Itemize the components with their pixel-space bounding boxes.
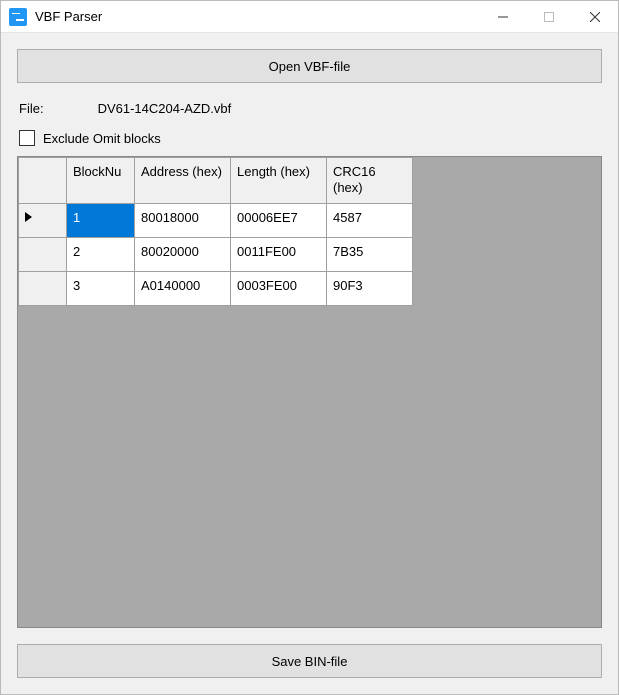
grid-header-address[interactable]: Address (hex) bbox=[135, 158, 231, 204]
cell-crc16[interactable]: 4587 bbox=[327, 203, 413, 237]
row-header[interactable] bbox=[19, 237, 67, 271]
cell-blocknum[interactable]: 2 bbox=[67, 237, 135, 271]
row-header[interactable] bbox=[19, 203, 67, 237]
blocks-grid[interactable]: BlockNu Address (hex) Length (hex) CRC16… bbox=[17, 156, 602, 628]
window-title: VBF Parser bbox=[35, 9, 102, 24]
app-window: VBF Parser Open VBF-file File: DV61-14C2… bbox=[0, 0, 619, 695]
grid-header-length[interactable]: Length (hex) bbox=[231, 158, 327, 204]
minimize-icon bbox=[498, 12, 508, 22]
app-icon bbox=[9, 8, 27, 26]
grid-header-blocknum[interactable]: BlockNu bbox=[67, 158, 135, 204]
row-header[interactable] bbox=[19, 271, 67, 305]
cell-address[interactable]: 80018000 bbox=[135, 203, 231, 237]
minimize-button[interactable] bbox=[480, 1, 526, 33]
close-icon bbox=[590, 12, 600, 22]
maximize-button[interactable] bbox=[526, 1, 572, 33]
cell-address[interactable]: A0140000 bbox=[135, 271, 231, 305]
current-row-indicator-icon bbox=[25, 212, 32, 222]
save-bin-button[interactable]: Save BIN-file bbox=[17, 644, 602, 678]
open-vbf-button[interactable]: Open VBF-file bbox=[17, 49, 602, 83]
file-row: File: DV61-14C204-AZD.vbf bbox=[19, 101, 600, 116]
exclude-omit-label: Exclude Omit blocks bbox=[43, 131, 161, 146]
file-label: File: bbox=[19, 101, 44, 116]
exclude-omit-row: Exclude Omit blocks bbox=[19, 130, 600, 146]
cell-blocknum[interactable]: 3 bbox=[67, 271, 135, 305]
cell-address[interactable]: 80020000 bbox=[135, 237, 231, 271]
grid-header-rowselector[interactable] bbox=[19, 158, 67, 204]
close-button[interactable] bbox=[572, 1, 618, 33]
cell-length[interactable]: 00006EE7 bbox=[231, 203, 327, 237]
client-area: Open VBF-file File: DV61-14C204-AZD.vbf … bbox=[1, 33, 618, 694]
exclude-omit-checkbox[interactable] bbox=[19, 130, 35, 146]
table-row[interactable]: 18001800000006EE74587 bbox=[19, 203, 413, 237]
table-row[interactable]: 2800200000011FE007B35 bbox=[19, 237, 413, 271]
maximize-icon bbox=[544, 12, 554, 22]
file-name: DV61-14C204-AZD.vbf bbox=[98, 101, 232, 116]
cell-crc16[interactable]: 90F3 bbox=[327, 271, 413, 305]
cell-crc16[interactable]: 7B35 bbox=[327, 237, 413, 271]
cell-length[interactable]: 0011FE00 bbox=[231, 237, 327, 271]
title-bar: VBF Parser bbox=[1, 1, 618, 33]
cell-length[interactable]: 0003FE00 bbox=[231, 271, 327, 305]
cell-blocknum[interactable]: 1 bbox=[67, 203, 135, 237]
grid-header-crc16[interactable]: CRC16 (hex) bbox=[327, 158, 413, 204]
table-row[interactable]: 3A01400000003FE0090F3 bbox=[19, 271, 413, 305]
grid-header-row: BlockNu Address (hex) Length (hex) CRC16… bbox=[19, 158, 413, 204]
